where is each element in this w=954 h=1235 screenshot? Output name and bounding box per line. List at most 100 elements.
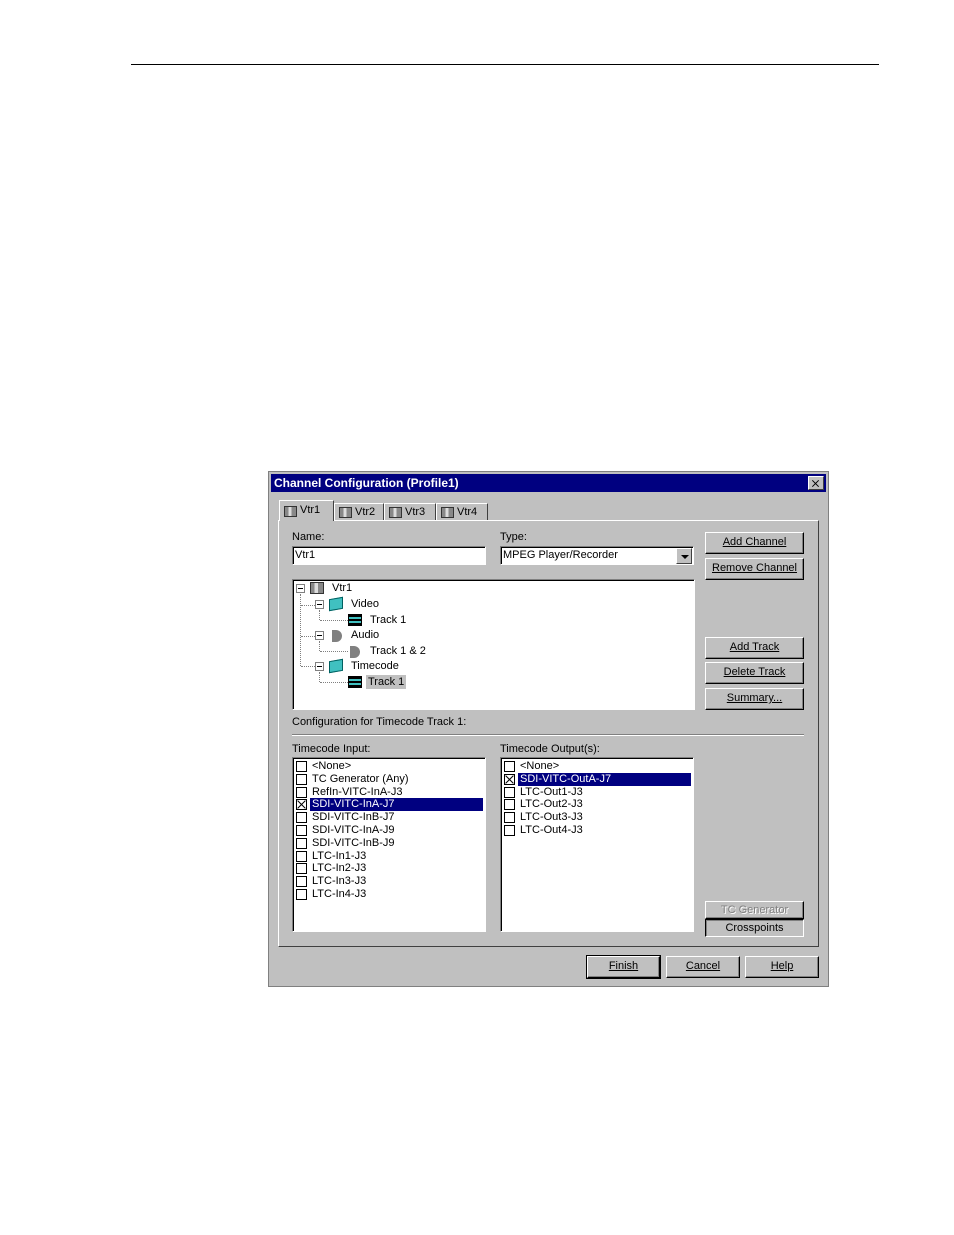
tc-generator-button[interactable]: TC Generator bbox=[705, 901, 804, 919]
list-item[interactable]: LTC-In1-J3 bbox=[295, 850, 483, 863]
close-button[interactable] bbox=[808, 476, 824, 490]
type-dropdown[interactable]: MPEG Player/Recorder bbox=[500, 546, 694, 565]
checkbox[interactable] bbox=[504, 786, 515, 798]
list-item-label: LTC-Out3-J3 bbox=[520, 811, 583, 824]
list-item-label: LTC-In1-J3 bbox=[312, 849, 367, 862]
list-item[interactable]: RefIn-VITC-InA-J3 bbox=[295, 786, 483, 799]
checkbox[interactable] bbox=[296, 812, 307, 824]
vtr-icon bbox=[441, 507, 454, 518]
tree-line bbox=[320, 651, 348, 652]
list-item[interactable]: LTC-In4-J3 bbox=[295, 888, 483, 901]
collapse-icon[interactable] bbox=[315, 662, 324, 671]
list-item[interactable]: <None> bbox=[295, 760, 483, 773]
vtr-icon bbox=[339, 507, 352, 518]
checkbox[interactable] bbox=[296, 850, 307, 862]
tree-node-label: Track 1 bbox=[370, 614, 407, 626]
timecode-input-list[interactable]: <None> TC Generator (Any) RefIn-VITC-InA-J… bbox=[292, 757, 486, 932]
checkbox[interactable] bbox=[504, 812, 515, 824]
tab-vtr1[interactable]: Vtr1 bbox=[279, 500, 334, 521]
list-item[interactable]: SDI-VITC-OutA-J7 bbox=[503, 772, 691, 786]
remove-channel-button[interactable]: Remove Channel bbox=[705, 558, 804, 580]
tree-line bbox=[301, 605, 315, 606]
tab-label: Vtr2 bbox=[355, 506, 376, 518]
list-item[interactable]: SDI-VITC-InA-J9 bbox=[295, 824, 483, 837]
collapse-icon[interactable] bbox=[315, 631, 324, 640]
help-button[interactable]: Help bbox=[745, 956, 819, 978]
list-item-label: RefIn-VITC-InA-J3 bbox=[312, 785, 403, 798]
list-item-label: LTC-Out1-J3 bbox=[520, 785, 583, 798]
checkbox[interactable] bbox=[296, 761, 307, 772]
delete-track-button[interactable]: Delete Track bbox=[705, 662, 804, 684]
speaker-icon bbox=[332, 630, 342, 642]
timecode-output-label: Timecode Output(s): bbox=[500, 743, 600, 755]
tab-label: Vtr3 bbox=[405, 506, 426, 518]
tree-line bbox=[320, 682, 348, 683]
channel-configuration-dialog: Channel Configuration (Profile1) Vtr1 Vt… bbox=[268, 471, 829, 987]
tree-line bbox=[319, 641, 320, 651]
tree-node-label: Vtr1 bbox=[332, 582, 353, 594]
tree-node-label: Track 1 bbox=[366, 675, 407, 689]
timecode-output-list[interactable]: <None> SDI-VITC-OutA-J7 LTC-Out1-J3 LTC-Out… bbox=[500, 757, 694, 932]
vtr-icon bbox=[389, 507, 402, 518]
name-field[interactable]: Vtr1 bbox=[292, 546, 486, 565]
checkbox[interactable] bbox=[296, 799, 307, 811]
finish-button[interactable]: Finish bbox=[586, 955, 661, 979]
list-item-label: TC Generator (Any) bbox=[312, 772, 409, 785]
name-label: Name: bbox=[292, 531, 325, 543]
chevron-down-icon[interactable] bbox=[676, 548, 692, 564]
dialog-title: Channel Configuration (Profile1) bbox=[274, 476, 459, 490]
tab-vtr2[interactable]: Vtr2 bbox=[334, 503, 384, 520]
checkbox[interactable] bbox=[296, 773, 307, 785]
list-item-label: SDI-VITC-OutA-J7 bbox=[518, 772, 691, 786]
list-item-label: LTC-In2-J3 bbox=[312, 862, 367, 875]
title-bar: Channel Configuration (Profile1) bbox=[271, 474, 826, 492]
timecode-folder-icon bbox=[329, 658, 343, 674]
collapse-icon[interactable] bbox=[296, 584, 305, 593]
list-item-label: <None> bbox=[312, 760, 352, 772]
checkbox[interactable] bbox=[296, 837, 307, 849]
tab-vtr4[interactable]: Vtr4 bbox=[436, 503, 488, 520]
checkbox[interactable] bbox=[504, 799, 515, 811]
checkbox[interactable] bbox=[504, 773, 515, 785]
checkbox[interactable] bbox=[296, 889, 307, 900]
list-item-label: SDI-VITC-InB-J9 bbox=[312, 836, 395, 849]
tree-content: Vtr1 Video Track 1 Audio Track 1 & 2 Tim… bbox=[292, 580, 695, 711]
list-item-label: SDI-VITC-InB-J7 bbox=[312, 811, 395, 824]
add-track-button[interactable]: Add Track bbox=[705, 637, 804, 659]
film-track-icon bbox=[348, 676, 362, 688]
tree-line bbox=[320, 620, 348, 621]
tab-label: Vtr4 bbox=[457, 506, 478, 518]
list-item[interactable]: TC Generator (Any) bbox=[295, 773, 483, 786]
speaker-icon bbox=[350, 646, 360, 658]
type-value: MPEG Player/Recorder bbox=[503, 549, 618, 561]
checkbox[interactable] bbox=[296, 863, 307, 875]
checkbox[interactable] bbox=[504, 761, 515, 772]
list-item-label: LTC-Out2-J3 bbox=[520, 798, 583, 811]
list-item[interactable]: LTC-In2-J3 bbox=[295, 862, 483, 875]
list-item-label: SDI-VITC-InA-J7 bbox=[310, 798, 483, 812]
list-item[interactable]: SDI-VITC-InA-J7 bbox=[295, 798, 483, 812]
list-item[interactable]: LTC-Out3-J3 bbox=[503, 811, 691, 824]
crosspoints-button[interactable]: Crosspoints bbox=[705, 919, 804, 937]
collapse-icon[interactable] bbox=[315, 600, 324, 609]
summary-button[interactable]: Summary... bbox=[705, 688, 804, 710]
checkbox[interactable] bbox=[296, 786, 307, 798]
list-item[interactable]: LTC-Out1-J3 bbox=[503, 786, 691, 799]
add-channel-button[interactable]: Add Channel bbox=[705, 532, 804, 554]
list-item-label: SDI-VITC-InA-J9 bbox=[312, 824, 395, 836]
list-item[interactable]: SDI-VITC-InB-J7 bbox=[295, 811, 483, 824]
list-item[interactable]: LTC-Out4-J3 bbox=[503, 824, 691, 837]
list-item[interactable]: SDI-VITC-InB-J9 bbox=[295, 837, 483, 850]
checkbox[interactable] bbox=[296, 876, 307, 888]
list-item[interactable]: LTC-Out2-J3 bbox=[503, 798, 691, 811]
tab-vtr3[interactable]: Vtr3 bbox=[384, 503, 436, 520]
list-item-label: LTC-In4-J3 bbox=[312, 888, 367, 900]
list-item-label: LTC-Out4-J3 bbox=[520, 824, 583, 836]
cancel-button[interactable]: Cancel bbox=[666, 956, 740, 978]
type-label: Type: bbox=[500, 531, 527, 543]
list-item[interactable]: LTC-In3-J3 bbox=[295, 875, 483, 888]
checkbox[interactable] bbox=[296, 825, 307, 836]
tree-node-label: Track 1 & 2 bbox=[370, 645, 426, 657]
list-item[interactable]: <None> bbox=[503, 760, 691, 773]
checkbox[interactable] bbox=[504, 825, 515, 836]
